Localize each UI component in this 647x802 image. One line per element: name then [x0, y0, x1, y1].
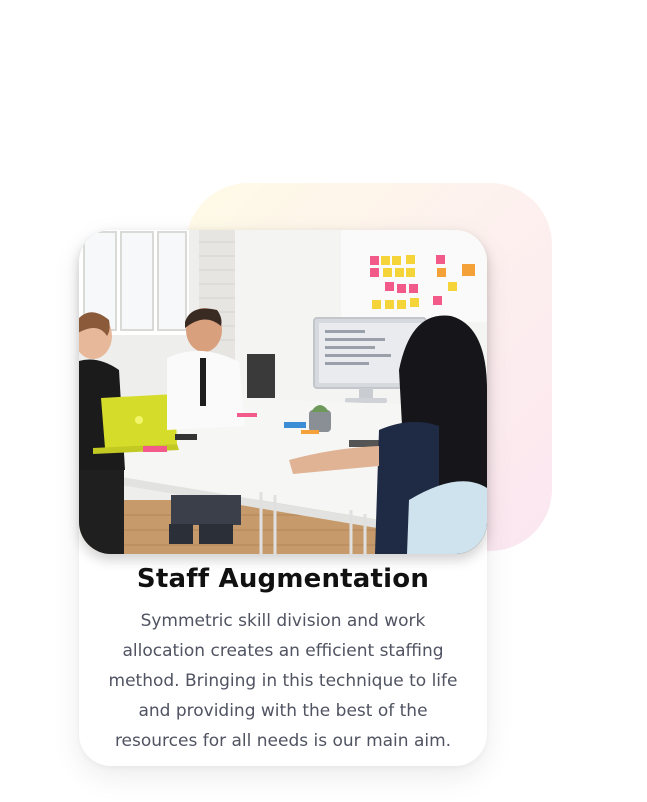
page: Staff Augmentation Symmetric skill divis…: [0, 0, 647, 802]
service-card: Staff Augmentation Symmetric skill divis…: [79, 230, 487, 766]
card-title: Staff Augmentation: [136, 564, 430, 594]
card-description: Symmetric skill division and work alloca…: [108, 611, 458, 751]
team-meeting-photo: [79, 230, 487, 554]
